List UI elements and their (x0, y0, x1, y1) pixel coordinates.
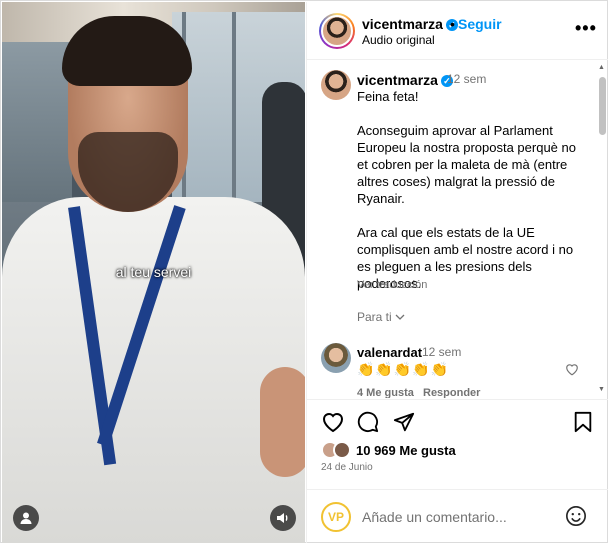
see-translation-link[interactable]: Ver traducción (357, 279, 427, 291)
save-button[interactable] (573, 411, 597, 435)
comment-username[interactable]: valenardat (357, 345, 422, 360)
chevron-down-icon (395, 314, 405, 320)
video-player[interactable]: al teu servei (2, 2, 305, 543)
comment-avatar[interactable] (321, 343, 351, 373)
post-header: vicentmarza ✓ • Seguir Audio original ••• (307, 2, 608, 60)
share-button[interactable] (393, 411, 417, 435)
emoji-picker-button[interactable] (565, 505, 587, 532)
video-hand (260, 367, 305, 477)
heart-icon (322, 413, 344, 433)
caption-timestamp: 12 sem (447, 72, 487, 86)
bookmark-icon (574, 411, 592, 433)
for-you-label: Para ti (357, 310, 392, 324)
caption-text: Feina feta! Aconseguim aprovar al Parlam… (357, 89, 576, 291)
emoji-icon (566, 506, 586, 526)
caption-username-text[interactable]: vicentmarza (357, 72, 438, 88)
for-you-sort-dropdown[interactable]: Para ti (357, 310, 405, 324)
caption-avatar[interactable] (321, 70, 351, 100)
comments-area[interactable]: vicentmarza ✓ 12 sem Feina feta! Aconsegu… (307, 61, 608, 398)
reply-button[interactable]: Responder (423, 387, 480, 398)
caption-username[interactable]: vicentmarza ✓ (357, 72, 453, 88)
current-user-avatar: VP (321, 502, 351, 532)
comment-like-button[interactable] (565, 363, 579, 381)
audio-icon (277, 513, 288, 523)
heart-icon (566, 364, 578, 376)
user-icon (20, 512, 32, 524)
post-modal: al teu servei vicentmarza ✓ • Seguir Audi… (0, 0, 608, 543)
header-separator: • (450, 16, 455, 32)
comment-button[interactable] (357, 411, 381, 435)
author-username[interactable]: vicentmarza ✓ (362, 16, 458, 32)
comment-input[interactable]: Añade un comentario... (362, 509, 507, 525)
like-button[interactable] (321, 411, 345, 435)
scroll-up-icon[interactable]: ▲ (598, 64, 605, 71)
liker-avatar (333, 441, 351, 459)
comment-timestamp: 12 sem (422, 345, 462, 359)
follow-button[interactable]: Seguir (458, 16, 502, 32)
post-date: 24 de Junio (321, 462, 373, 473)
comment-likes[interactable]: 4 Me gusta (357, 387, 414, 398)
comment-icon (357, 411, 379, 433)
comment-text: 👏👏👏👏👏 (357, 361, 450, 377)
more-options-icon[interactable]: ••• (575, 18, 597, 39)
scrollbar-thumb[interactable] (599, 77, 606, 135)
audio-toggle-button[interactable] (270, 505, 296, 531)
tagged-user-button[interactable] (13, 505, 39, 531)
add-comment-bar: VP Añade un comentario... (307, 489, 608, 543)
likes-count[interactable]: 10 969 Me gusta (356, 443, 456, 458)
author-username-text[interactable]: vicentmarza (362, 16, 443, 32)
post-details-panel: vicentmarza ✓ • Seguir Audio original •••… (306, 2, 608, 543)
scroll-down-icon[interactable]: ▼ (598, 386, 605, 393)
send-icon (393, 412, 415, 432)
video-subtitle: al teu servei (115, 264, 192, 280)
audio-source-link[interactable]: Audio original (362, 33, 435, 47)
video-shirt (2, 197, 305, 543)
avatar (321, 15, 353, 47)
post-actions (307, 399, 608, 451)
author-avatar-ring[interactable] (319, 13, 355, 49)
